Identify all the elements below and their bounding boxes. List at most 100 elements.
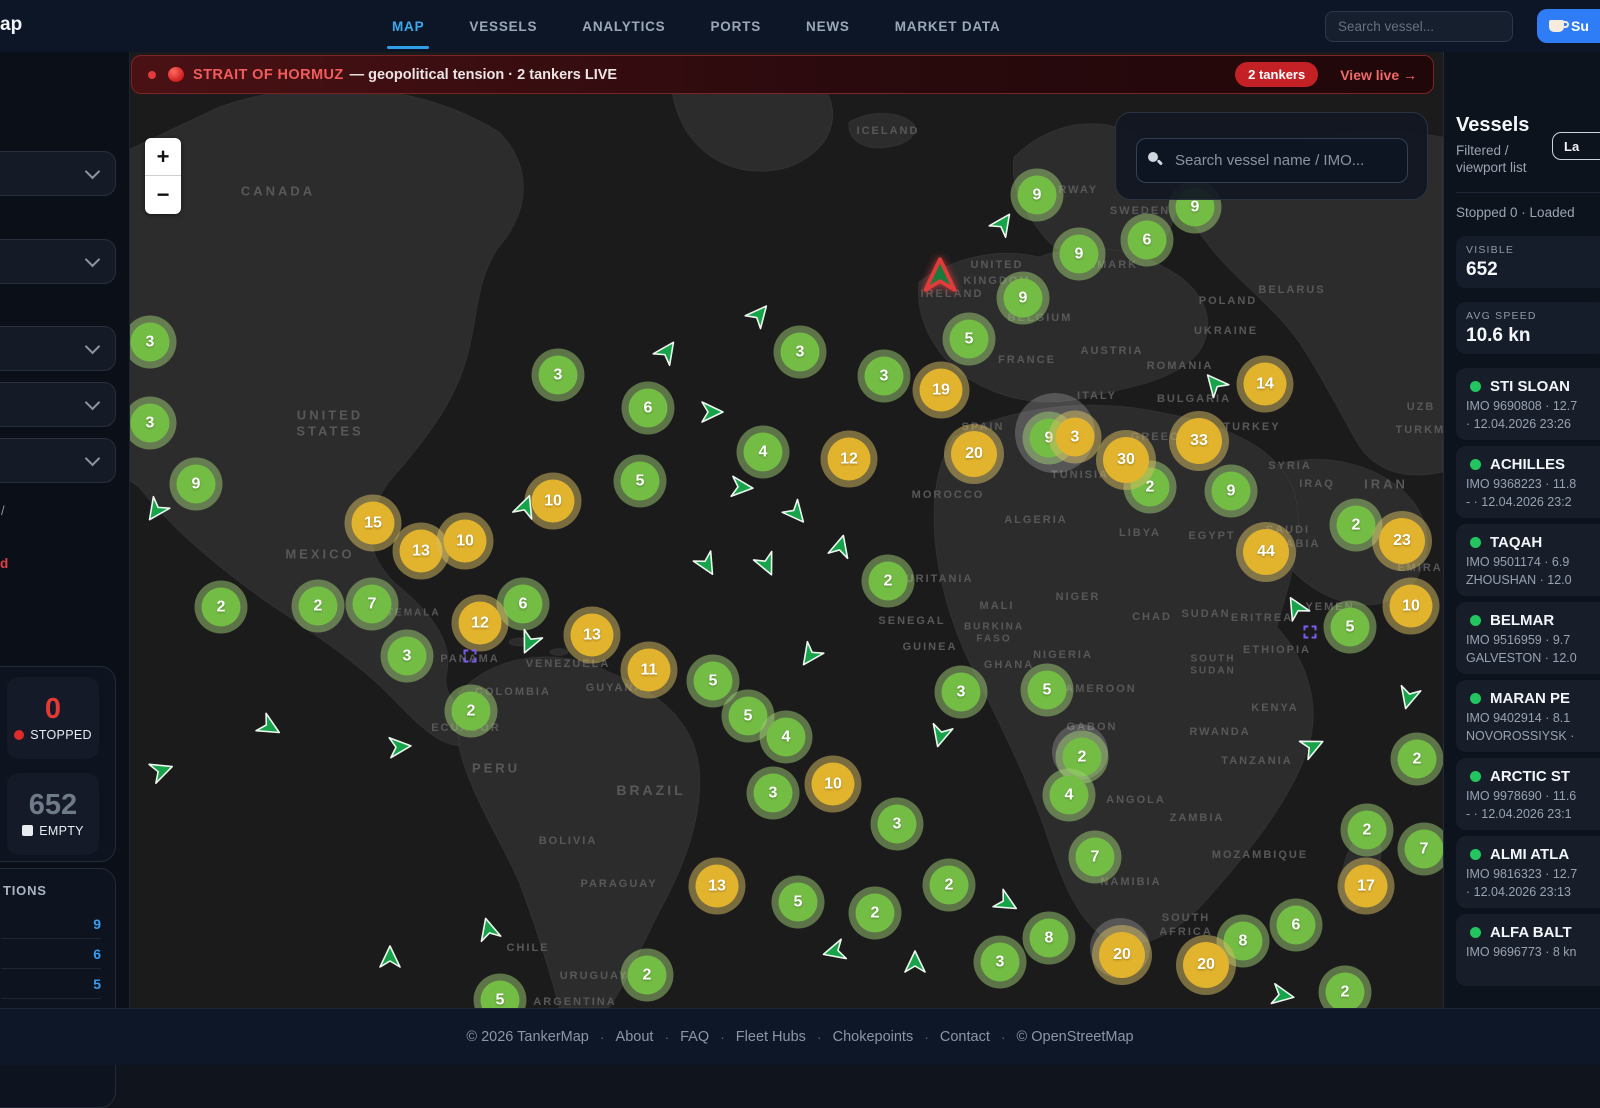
vessel-list-item[interactable]: ARCTIC STIMO 9978690 · 11.6- · 12.04.202… — [1456, 758, 1600, 830]
footer-link[interactable]: Contact — [940, 1029, 990, 1045]
tab-analytics[interactable]: ANALYTICS — [582, 0, 665, 52]
vessel-arrow-icon[interactable] — [723, 473, 756, 502]
vessel-cluster-marker[interactable]: 13 — [689, 858, 746, 915]
vessel-cluster-marker[interactable]: 12 — [452, 595, 509, 652]
map-search-input[interactable] — [1136, 138, 1408, 183]
vessel-cluster-marker[interactable]: 11 — [621, 642, 678, 699]
vessel-cluster-marker[interactable]: 3 — [1049, 411, 1102, 464]
vessel-cluster-marker[interactable]: 7 — [1398, 823, 1444, 876]
vessel-cluster-marker[interactable]: 6 — [1121, 214, 1174, 267]
vessel-cluster-marker[interactable]: 2 — [621, 949, 674, 1002]
vessel-cluster-marker[interactable]: 3 — [381, 630, 434, 683]
vessel-cluster-marker[interactable]: 12 — [821, 431, 878, 488]
vessel-list-item[interactable]: MARAN PEIMO 9402914 · 8.1NOVOROSSIYSK · — [1456, 680, 1600, 752]
destination-row[interactable]: 6 — [1, 939, 101, 969]
tab-vessels[interactable]: VESSELS — [469, 0, 537, 52]
vessel-cluster-marker[interactable]: 10 — [437, 513, 494, 570]
destination-row[interactable]: 5 — [1, 969, 101, 999]
vessel-cluster-marker[interactable]: 30 — [1096, 430, 1156, 490]
sidebar-filter-select-1[interactable] — [0, 151, 116, 196]
vessel-cluster-marker[interactable]: 5 — [1324, 601, 1377, 654]
tab-news[interactable]: NEWS — [806, 0, 850, 52]
alert-vessel-arrow-icon[interactable] — [921, 256, 959, 299]
header-search-input[interactable] — [1325, 11, 1513, 42]
vessel-cluster-marker[interactable]: 2 — [862, 555, 915, 608]
vessel-cluster-marker[interactable]: 20 — [1176, 935, 1236, 995]
vessel-cluster-marker[interactable]: 10 — [805, 756, 862, 813]
vessel-cluster-marker[interactable]: 5 — [943, 313, 996, 366]
vessel-cluster-marker[interactable]: 3 — [532, 349, 585, 402]
vessel-cluster-marker[interactable]: 9 — [997, 272, 1050, 325]
vessel-cluster-marker[interactable]: 9 — [1053, 228, 1106, 281]
layers-button[interactable]: La — [1552, 132, 1600, 160]
sidebar-filter-select-3[interactable] — [0, 326, 116, 371]
vessel-list-item[interactable]: STI SLOANIMO 9690808 · 12.7· 12.04.2026 … — [1456, 368, 1600, 440]
vessel-cluster-marker[interactable]: 9 — [1011, 169, 1064, 222]
vessel-cluster-marker[interactable]: 19 — [913, 362, 970, 419]
vessel-arrow-icon[interactable] — [902, 949, 928, 980]
vessel-cluster-marker[interactable]: 2 — [195, 581, 248, 634]
zoom-out-button[interactable]: − — [145, 176, 181, 214]
sidebar-filter-select-5[interactable] — [0, 438, 116, 483]
vessel-cluster-marker[interactable]: 3 — [774, 326, 827, 379]
vessel-cluster-marker[interactable]: 6 — [622, 382, 675, 435]
destination-row[interactable]: 9 — [1, 909, 101, 939]
vessel-cluster-marker[interactable]: 4 — [737, 426, 790, 479]
sidebar-filter-select-2[interactable] — [0, 239, 116, 284]
vessel-cluster-marker[interactable]: 3 — [747, 767, 800, 820]
vessel-cluster-marker[interactable]: 23 — [1372, 511, 1432, 571]
footer-link[interactable]: Fleet Hubs — [736, 1029, 806, 1045]
zoom-in-button[interactable]: + — [145, 138, 181, 176]
footer-link[interactable]: © OpenStreetMap — [1017, 1029, 1134, 1045]
vessel-cluster-marker[interactable]: 5 — [1021, 664, 1074, 717]
vessel-cluster-marker[interactable]: 3 — [935, 666, 988, 719]
vessel-cluster-marker[interactable]: 5 — [772, 876, 825, 929]
vessel-cluster-marker[interactable]: 2 — [923, 859, 976, 912]
vessel-cluster-marker[interactable]: 9 — [170, 458, 223, 511]
view-live-link[interactable]: View live → — [1340, 67, 1417, 83]
vessel-cluster-marker[interactable]: 7 — [346, 578, 399, 631]
footer-link[interactable]: Chokepoints — [833, 1029, 914, 1045]
vessel-cluster-marker[interactable]: 4 — [760, 711, 813, 764]
vessel-cluster-marker[interactable]: 2 — [445, 685, 498, 738]
vessel-cluster-marker[interactable]: 3 — [858, 350, 911, 403]
vessel-list-item[interactable]: TAQAHIMO 9501174 · 6.9ZHOUSHAN · 12.0 — [1456, 524, 1600, 596]
vessel-arrow-icon[interactable] — [381, 733, 414, 762]
vessel-cluster-marker[interactable]: 17 — [1338, 858, 1395, 915]
vessel-cluster-marker[interactable]: 6 — [1270, 899, 1323, 952]
map-canvas[interactable]: STRAIT OF HORMUZ — geopolitical tension … — [129, 52, 1443, 1008]
vessel-cluster-marker[interactable]: 8 — [1023, 912, 1076, 965]
vessel-cluster-marker[interactable]: 5 — [614, 455, 667, 508]
vessel-cluster-marker[interactable]: 7 — [1069, 831, 1122, 884]
vessel-cluster-marker[interactable]: 2 — [1391, 733, 1444, 786]
vessel-cluster-marker[interactable]: 20 — [944, 424, 1004, 484]
tab-map[interactable]: MAP — [392, 0, 424, 52]
support-button[interactable]: Su — [1537, 9, 1600, 43]
vessel-list-item[interactable]: ACHILLESIMO 9368223 · 11.8- · 12.04.2026… — [1456, 446, 1600, 518]
vessel-list-item[interactable]: ALFA BALTIMO 9696773 · 8 kn — [1456, 914, 1600, 986]
tab-market-data[interactable]: MARKET DATA — [895, 0, 1001, 52]
vessel-cluster-marker[interactable]: 33 — [1169, 411, 1229, 471]
chokepoint-icon[interactable] — [464, 650, 477, 663]
vessel-cluster-marker[interactable]: 14 — [1237, 356, 1294, 413]
chokepoint-icon[interactable] — [1304, 626, 1317, 639]
vessel-cluster-marker[interactable]: 20 — [1092, 925, 1152, 985]
vessel-cluster-marker[interactable]: 13 — [564, 607, 621, 664]
vessel-cluster-marker[interactable]: 2 — [1341, 804, 1394, 857]
vessel-cluster-marker[interactable]: 4 — [1043, 769, 1096, 822]
stat-empty[interactable]: 652EMPTY — [7, 773, 99, 855]
footer-link[interactable]: About — [616, 1029, 654, 1045]
app-logo[interactable]: ap — [0, 14, 22, 36]
tab-ports[interactable]: PORTS — [711, 0, 762, 52]
vessel-arrow-icon[interactable] — [377, 944, 403, 975]
vessel-cluster-marker[interactable]: 3 — [871, 798, 924, 851]
vessel-list-item[interactable]: ALMI ATLAIMO 9816323 · 12.7· 12.04.2026 … — [1456, 836, 1600, 908]
vessel-cluster-marker[interactable]: 3 — [974, 936, 1027, 989]
vessel-cluster-marker[interactable]: 44 — [1236, 522, 1296, 582]
sidebar-filter-select-4[interactable] — [0, 382, 116, 427]
stat-stopped[interactable]: 0STOPPED — [7, 677, 99, 759]
vessel-list-item[interactable]: BELMARIMO 9516959 · 9.7GALVESTON · 12.0 — [1456, 602, 1600, 674]
vessel-cluster-marker[interactable]: 2 — [849, 887, 902, 940]
vessel-arrow-icon[interactable] — [1263, 980, 1298, 1008]
vessel-cluster-marker[interactable]: 9 — [1205, 465, 1258, 518]
